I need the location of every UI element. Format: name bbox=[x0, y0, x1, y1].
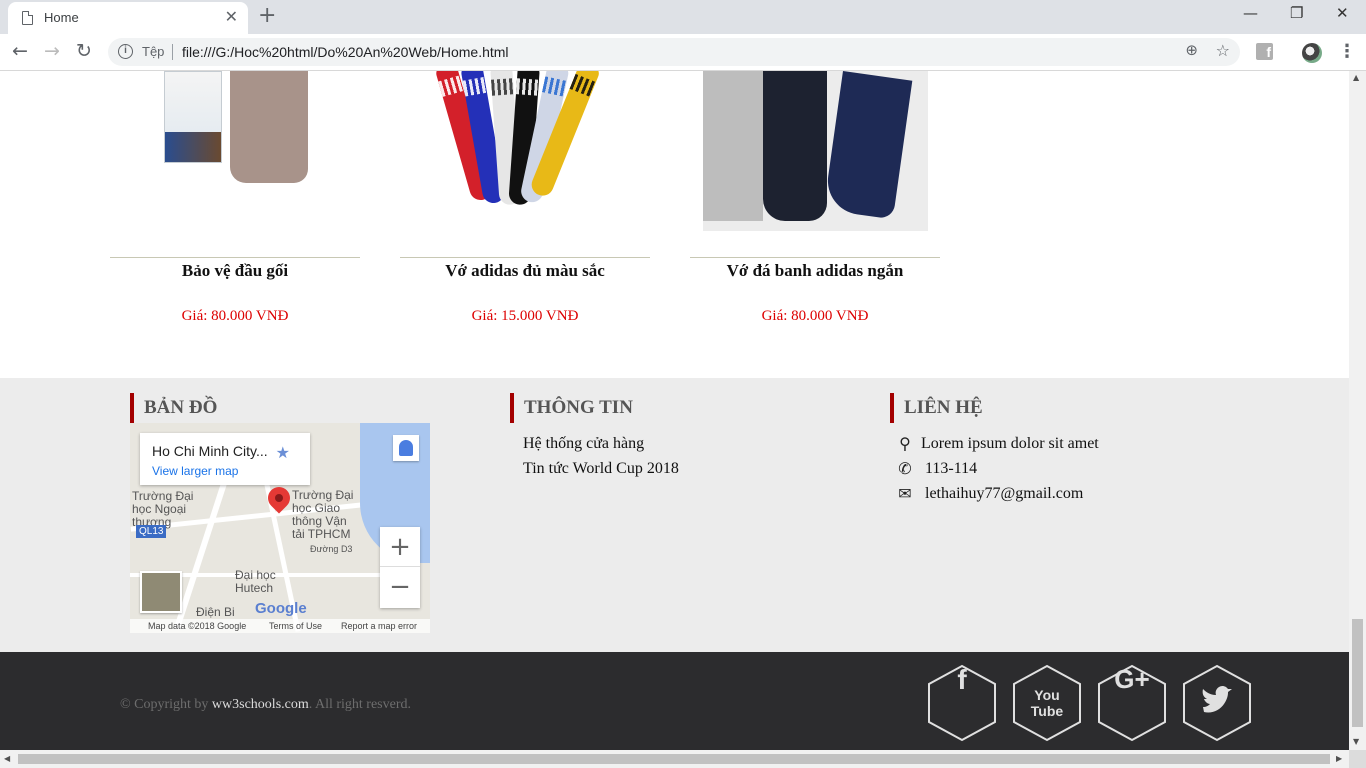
map-route-badge: QL13 bbox=[136, 525, 167, 538]
facebook-icon: f bbox=[957, 664, 967, 695]
zoom-icon[interactable]: ⊕ bbox=[1185, 41, 1198, 59]
map-place-name: Ho Chi Minh City... bbox=[152, 443, 268, 459]
product-card[interactable]: Bảo vệ đầu gối Giá: 80.000 VNĐ bbox=[110, 71, 360, 324]
map-label: Điện Bi bbox=[196, 605, 235, 619]
contact-section-title: LIÊN HỆ bbox=[890, 393, 983, 423]
bookmark-star-icon[interactable]: ☆ bbox=[1216, 41, 1230, 60]
minimize-button[interactable]: — bbox=[1243, 4, 1258, 22]
product-image-short-socks[interactable] bbox=[690, 71, 940, 257]
scroll-down-arrow-icon[interactable]: ▼ bbox=[1353, 737, 1359, 746]
contact-address: Lorem ipsum dolor sit amet bbox=[921, 435, 1099, 452]
map-zoom-out-button[interactable]: − bbox=[380, 567, 420, 607]
vertical-scrollbar[interactable]: ▲ ▼ bbox=[1349, 71, 1366, 750]
phone-icon: ✆ bbox=[898, 459, 912, 478]
product-image-knee-guard[interactable] bbox=[110, 71, 360, 257]
tab-title: Home bbox=[44, 10, 79, 25]
map-label: Trường Đại học Giao thông Vận tải TPHCM bbox=[292, 488, 354, 541]
knee-guard-box bbox=[164, 71, 222, 163]
map-zoom-in-button[interactable]: + bbox=[380, 527, 420, 567]
map-section-title: BẢN ĐỒ bbox=[130, 393, 217, 423]
map-marker-icon: ⚲ bbox=[899, 434, 911, 453]
twitter-bird-shape bbox=[1202, 685, 1232, 713]
reload-button[interactable]: ↻ bbox=[76, 40, 92, 62]
map-data-text: Map data ©2018 Google bbox=[148, 621, 247, 631]
product-divider bbox=[690, 257, 940, 258]
copyright-text: © Copyright by ww3schools.com. All right… bbox=[120, 697, 411, 713]
browser-tab-strip: Home ✕ + — ❐ ✕ bbox=[0, 0, 1366, 34]
store-system-link[interactable]: Hệ thống cửa hàng bbox=[523, 435, 644, 453]
info-section: BẢN ĐỒ Ho Chi Minh City... View larger m… bbox=[0, 378, 1349, 652]
site-info-icon[interactable]: i bbox=[118, 44, 133, 59]
address-scheme-label: Tệp bbox=[142, 44, 165, 59]
product-image-colored-socks[interactable] bbox=[400, 71, 650, 257]
address-bar[interactable]: i Tệp file:///G:/Hoc%20html/Do%20An%20We… bbox=[108, 38, 1240, 66]
page-viewport: Bảo vệ đầu gối Giá: 80.000 VNĐ Vớ adidas… bbox=[0, 71, 1349, 750]
address-url[interactable]: file:///G:/Hoc%20html/Do%20An%20Web/Home… bbox=[182, 44, 509, 60]
map-label: Trường Đại học Ngoại thương bbox=[132, 489, 194, 529]
short-socks-photo bbox=[703, 71, 928, 231]
product-card[interactable]: Vớ adidas đủ màu sắc Giá: 15.000 VNĐ bbox=[400, 71, 650, 324]
google-logo: Google bbox=[255, 600, 307, 617]
copyright-prefix: © Copyright by bbox=[120, 697, 212, 712]
product-name[interactable]: Vớ đá banh adidas ngắn bbox=[690, 261, 940, 281]
embedded-map[interactable]: Ho Chi Minh City... View larger map ★ Tr… bbox=[130, 423, 430, 633]
contact-email[interactable]: lethaihuy77@gmail.com bbox=[925, 485, 1083, 503]
product-price: Giá: 15.000 VNĐ bbox=[471, 308, 579, 324]
report-map-error-link[interactable]: Report a map error bbox=[341, 621, 417, 631]
contact-phone: 113-114 bbox=[925, 460, 978, 477]
copyright-suffix: . All right resverd. bbox=[308, 697, 412, 712]
scroll-left-arrow-icon[interactable]: ◀ bbox=[4, 754, 10, 763]
document-icon bbox=[22, 11, 33, 25]
map-label: Đường D3 bbox=[310, 544, 353, 554]
product-name[interactable]: Vớ adidas đủ màu sắc bbox=[400, 261, 650, 281]
product-price: Giá: 80.000 VNĐ bbox=[181, 308, 289, 324]
map-label: Đại học Hutech bbox=[235, 568, 276, 595]
map-attribution: Map data ©2018 Google Terms of Use Repor… bbox=[130, 619, 430, 633]
info-section-title: THÔNG TIN bbox=[510, 393, 633, 423]
page-footer: © Copyright by ww3schools.com. All right… bbox=[0, 652, 1349, 750]
google-plus-social-button[interactable]: G+ bbox=[1097, 664, 1167, 742]
product-divider bbox=[400, 257, 650, 258]
scroll-right-arrow-icon[interactable]: ▶ bbox=[1336, 754, 1342, 763]
browser-tab[interactable]: Home ✕ bbox=[8, 2, 248, 34]
google-plus-icon: G+ bbox=[1114, 664, 1150, 694]
street-view-pegman-icon[interactable] bbox=[393, 435, 419, 461]
knee-guard-sleeve bbox=[230, 71, 308, 183]
facebook-social-button[interactable]: f bbox=[927, 664, 997, 742]
view-larger-map-link[interactable]: View larger map bbox=[152, 464, 238, 478]
horizontal-scroll-thumb[interactable] bbox=[18, 754, 1330, 764]
new-tab-button[interactable]: + bbox=[258, 3, 276, 28]
product-price: Giá: 80.000 VNĐ bbox=[761, 308, 869, 324]
map-zoom-control: + − bbox=[380, 527, 420, 608]
satellite-toggle-thumbnail[interactable] bbox=[140, 571, 182, 613]
profile-avatar[interactable] bbox=[1302, 43, 1322, 63]
browser-menu-icon[interactable]: ⋮ bbox=[1338, 41, 1356, 62]
scroll-up-arrow-icon[interactable]: ▲ bbox=[1353, 73, 1359, 82]
horizontal-scrollbar[interactable]: ◀ ▶ bbox=[0, 750, 1349, 768]
youtube-icon: You Tube bbox=[1030, 687, 1064, 719]
forward-button[interactable]: → bbox=[44, 40, 60, 62]
product-divider bbox=[110, 257, 360, 258]
copyright-brand-link[interactable]: ww3schools.com bbox=[212, 697, 309, 712]
envelope-icon: ✉ bbox=[898, 484, 912, 503]
vertical-scroll-thumb[interactable] bbox=[1352, 619, 1363, 727]
tab-close-icon[interactable]: ✕ bbox=[225, 7, 238, 26]
twitter-social-button[interactable]: 🐦 bbox=[1182, 664, 1252, 742]
browser-toolbar: ← → ↻ i Tệp file:///G:/Hoc%20html/Do%20A… bbox=[0, 34, 1366, 71]
facebook-extension-icon[interactable]: f bbox=[1256, 43, 1273, 60]
map-info-card: Ho Chi Minh City... View larger map ★ bbox=[140, 433, 310, 485]
product-name[interactable]: Bảo vệ đầu gối bbox=[110, 261, 360, 281]
window-close-button[interactable]: ✕ bbox=[1336, 4, 1349, 22]
youtube-social-button[interactable]: You Tube bbox=[1012, 664, 1082, 742]
address-separator bbox=[172, 44, 173, 60]
product-card[interactable]: Vớ đá banh adidas ngắn Giá: 80.000 VNĐ bbox=[690, 71, 940, 324]
world-cup-news-link[interactable]: Tin tức World Cup 2018 bbox=[523, 460, 679, 478]
terms-of-use-link[interactable]: Terms of Use bbox=[269, 621, 322, 631]
scrollbar-corner bbox=[1349, 750, 1366, 768]
restore-button[interactable]: ❐ bbox=[1290, 4, 1303, 22]
back-button[interactable]: ← bbox=[12, 40, 28, 62]
save-star-icon[interactable]: ★ bbox=[276, 443, 290, 462]
